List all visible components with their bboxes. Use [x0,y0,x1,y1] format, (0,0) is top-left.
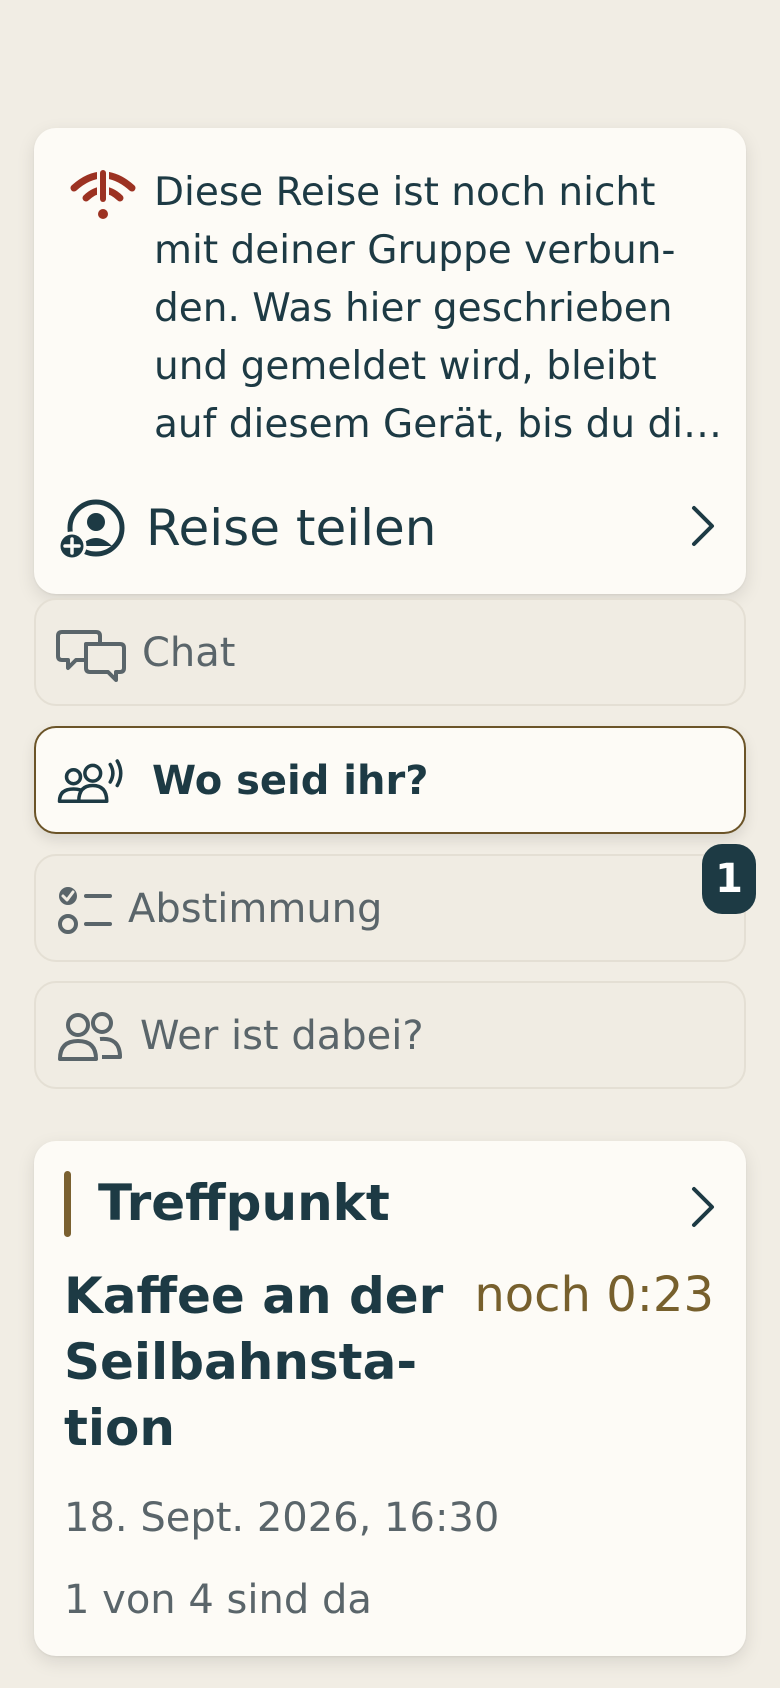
vote-count-badge: 1 [702,844,756,914]
checklist-icon [58,887,112,934]
nav-vote-label: Abstimmung [128,886,383,932]
chevron-right-icon [692,506,714,546]
nav-members[interactable]: Wer ist dabei? [34,981,746,1089]
nav-chat[interactable]: Chat [34,598,746,706]
nav-where-are-you[interactable]: Wo seid ihr? [34,726,746,834]
add-person-icon [57,499,125,561]
offline-banner: Diese Reise ist noch nicht mit deiner Gr… [34,128,746,594]
meeting-attendance: 1 von 4 sind da [64,1577,372,1623]
nav-vote[interactable]: Abstimmung [34,854,746,962]
meeting-datetime: 18. Sept. 2026, 16:30 [64,1495,500,1541]
nav-where-label: Wo seid ihr? [152,758,429,804]
chevron-right-icon [692,1187,714,1227]
chat-bubbles-icon [56,630,126,682]
share-trip-button[interactable]: Reise teilen [34,476,746,576]
share-trip-label: Reise teilen [146,499,437,557]
meeting-heading: Treffpunkt [98,1174,390,1232]
nav-members-label: Wer ist dabei? [140,1013,424,1059]
accent-bar [64,1171,71,1237]
wifi-off-icon [70,168,136,219]
meeting-point-card[interactable]: Treffpunkt Kaffee an der Seilbahnsta-tio… [34,1141,746,1656]
people-icon [58,1012,122,1061]
group-broadcast-icon [57,759,123,803]
meeting-countdown: noch 0:23 [474,1267,714,1323]
offline-message: Diese Reise ist noch nicht mit deiner Gr… [154,170,723,447]
nav-chat-label: Chat [142,630,236,676]
meeting-place: Kaffee an der Seilbahnsta-tion [64,1267,444,1457]
